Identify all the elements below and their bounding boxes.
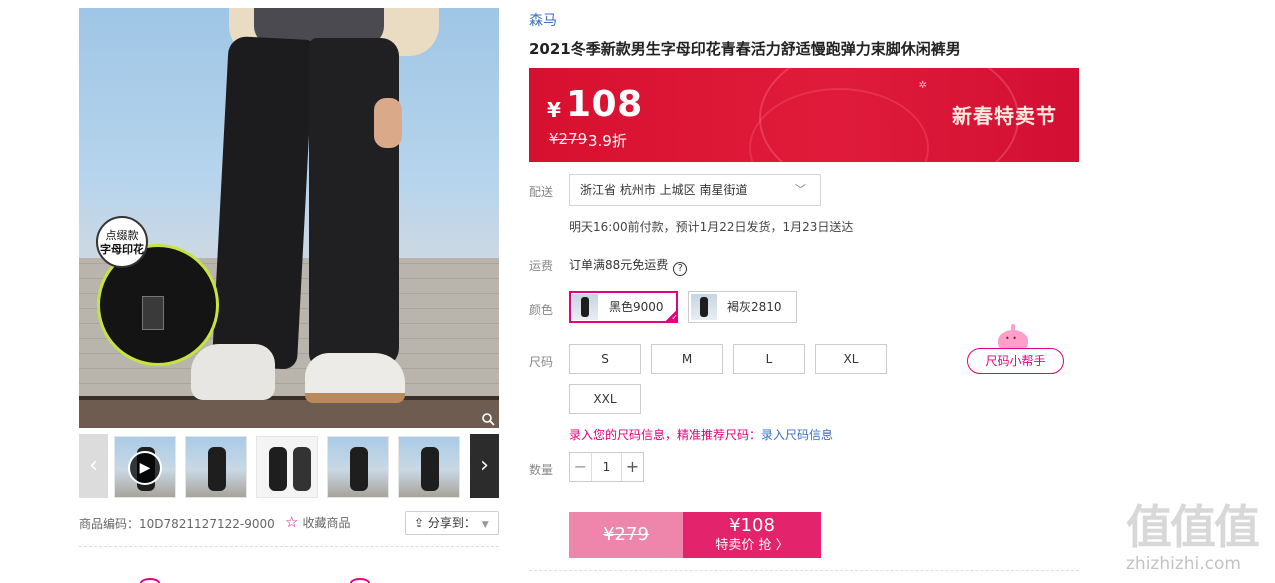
quantity-input[interactable]: 1	[592, 453, 621, 481]
question-icon[interactable]: ?	[673, 262, 688, 276]
share-dropdown[interactable]: ⇪ 分享到： ▼	[405, 511, 499, 535]
buy-sale-label: 特卖价 抢 〉	[715, 538, 789, 553]
plus-icon[interactable]: +	[621, 453, 643, 481]
size-option-xl[interactable]: XL	[815, 344, 887, 374]
divider	[79, 546, 499, 547]
buy-now-button[interactable]: ¥108 特卖价 抢 〉	[683, 512, 821, 558]
color-swatch	[572, 294, 598, 320]
favorite-label: 收藏商品	[302, 516, 351, 530]
main-product-image[interactable]: 点缀款 字母印花	[79, 8, 499, 428]
delivery-eta: 明天16:00前付款，预计1月22日发货，1月23日送达	[569, 220, 854, 234]
buy-sale-price: ¥108	[729, 515, 775, 536]
price-banner: ✲ ¥ 108 ¥279 3.9折 新春特卖节	[529, 68, 1079, 162]
delivery-location: 浙江省 杭州市 上城区 南星街道	[580, 183, 748, 197]
model-left-shoe	[191, 344, 275, 400]
thumbnail-figure	[293, 447, 311, 491]
color-option-black[interactable]: 黑色9000 ✓	[569, 291, 678, 323]
color-option-label: 黑色9000	[609, 300, 664, 314]
color-option-brown-grey[interactable]: 褐灰2810	[688, 291, 797, 323]
chevron-left-icon[interactable]: ‹	[79, 434, 108, 498]
detail-label-tag	[142, 296, 164, 330]
favorite-button[interactable]: ☆ 收藏商品	[285, 513, 350, 531]
model-right-leg	[309, 38, 399, 368]
size-tip: 录入您的尺码信息，精准推荐尺码：录入尺码信息	[569, 426, 833, 443]
detail-callout-line1: 点缀款	[105, 229, 139, 242]
check-icon: ✓	[664, 309, 678, 323]
brand-link[interactable]: 森马	[529, 10, 557, 30]
size-tip-text: 录入您的尺码信息，精准推荐尺码：	[569, 428, 762, 442]
delivery-label: 配送	[529, 185, 554, 199]
thumbnail-5[interactable]	[398, 436, 460, 498]
divider	[529, 570, 1079, 571]
color-swatch	[691, 294, 717, 320]
promo-label: 新春特卖节	[952, 104, 1057, 128]
product-title: 2021冬季新款男生字母印花青春活力舒适慢跑弹力束脚休闲裤男	[529, 40, 961, 58]
shipping-text: 订单满88元免运费	[569, 258, 669, 272]
thumbnail-3[interactable]	[256, 436, 318, 498]
product-code: 商品编码：10D7821127122-9000	[79, 517, 275, 531]
sparkle-icon: ✲	[918, 80, 927, 91]
thumbnail-figure	[269, 447, 287, 491]
size-helper-button[interactable]: 尺码小帮手	[967, 348, 1064, 374]
current-price: 108	[566, 84, 643, 125]
shipping-info: 订单满88元免运费?	[569, 256, 688, 276]
quantity-stepper: − 1 +	[569, 452, 644, 482]
buy-original-price: ¥279	[603, 524, 649, 545]
watermark-logo: 值值值	[1126, 500, 1260, 554]
color-option-label: 褐灰2810	[727, 300, 782, 314]
site-watermark: 值值值 zhizhizhi.com	[1126, 500, 1271, 580]
thumbnail-video[interactable]: ▶	[114, 436, 176, 498]
product-meta-row: 商品编码：10D7821127122-9000 ☆ 收藏商品 ⇪ 分享到： ▼	[79, 510, 499, 536]
thumbnail-4[interactable]	[327, 436, 389, 498]
minus-icon[interactable]: −	[570, 453, 592, 481]
original-price-button[interactable]: ¥279	[569, 512, 683, 558]
ledge	[79, 400, 499, 428]
service-icon	[350, 578, 370, 583]
size-option-l[interactable]: L	[733, 344, 805, 374]
currency-symbol: ¥	[547, 98, 561, 122]
shipping-label: 运费	[529, 259, 554, 273]
share-icon: ⇪	[414, 516, 425, 530]
model-shoe-sole	[305, 393, 405, 403]
model-left-leg	[211, 35, 314, 370]
caret-down-icon: ▼	[481, 520, 489, 530]
quantity-label: 数量	[529, 463, 554, 477]
size-label: 尺码	[529, 355, 554, 369]
discount-rate: 3.9折	[588, 132, 627, 150]
original-price: ¥279	[549, 130, 588, 148]
star-icon: ☆	[285, 513, 299, 531]
size-tip-link[interactable]: 录入尺码信息	[761, 428, 833, 442]
model-hand	[374, 98, 402, 148]
thumbnail-strip: ‹ ▶ ›	[79, 434, 499, 498]
delivery-location-select[interactable]: 浙江省 杭州市 上城区 南星街道 ﹀	[569, 174, 821, 206]
detail-callout-line2: 字母印花	[100, 243, 144, 256]
color-label: 颜色	[529, 303, 554, 317]
magnifier-icon[interactable]	[481, 412, 495, 426]
size-option-xxl[interactable]: XXL	[569, 384, 641, 414]
service-icon	[140, 578, 160, 583]
thumbnail-figure	[350, 447, 368, 491]
chevron-down-icon: ﹀	[795, 183, 806, 196]
play-icon[interactable]: ▶	[128, 451, 162, 485]
size-option-s[interactable]: S	[569, 344, 641, 374]
thumbnail-figure	[208, 447, 226, 491]
share-label: 分享到：	[427, 516, 476, 530]
chevron-right-icon[interactable]: ›	[470, 434, 499, 498]
thumbnail-figure	[421, 447, 439, 491]
detail-callout-bubble: 点缀款 字母印花	[96, 216, 148, 268]
thumbnail-2[interactable]	[185, 436, 247, 498]
watermark-domain: zhizhizhi.com	[1126, 554, 1241, 574]
size-option-m[interactable]: M	[651, 344, 723, 374]
